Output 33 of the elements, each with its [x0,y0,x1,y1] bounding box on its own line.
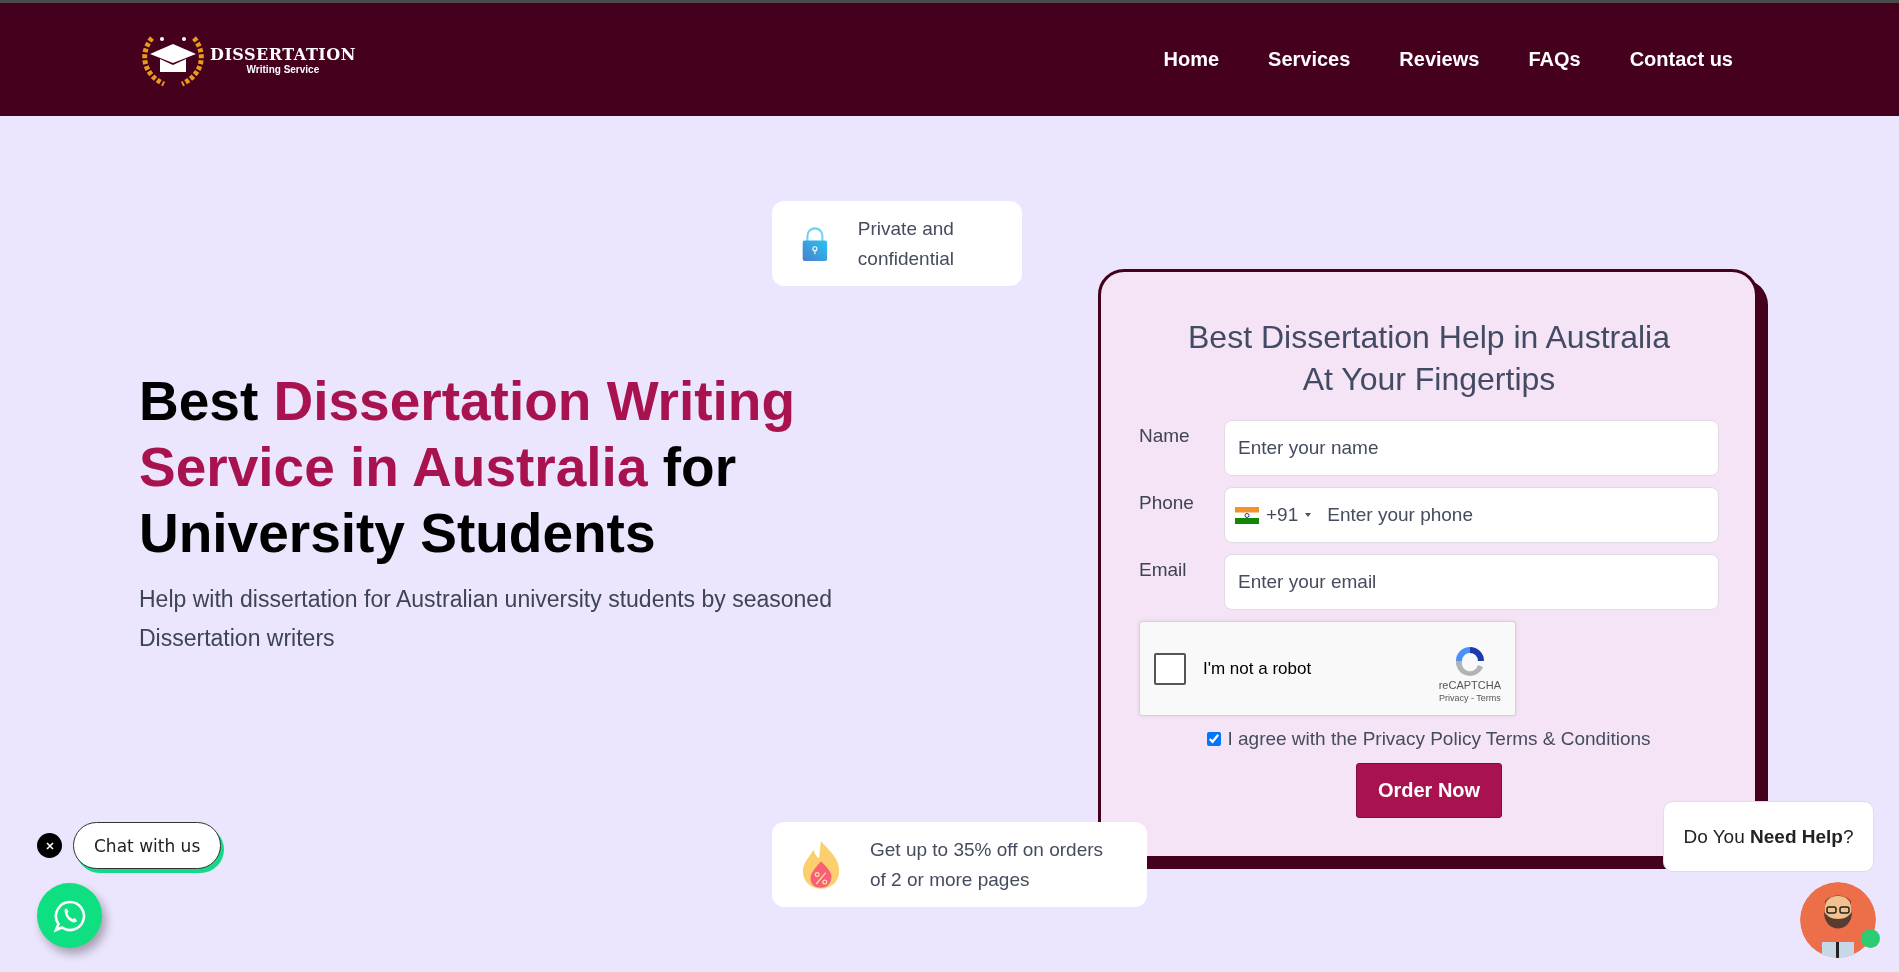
help-text: Do You Need Help? [1683,825,1854,848]
agreement-text: I agree with the Privacy Policy Terms & Conditions [1227,728,1651,750]
field-label: Email [1139,558,1188,582]
phone-field[interactable]: +91 Enter your phone [1224,487,1719,543]
nav-link[interactable]: FAQs [1528,48,1581,71]
recaptcha-links[interactable]: Privacy - Terms [1438,692,1501,703]
logo-subtitle: Writing Service [246,63,320,75]
country-code: +91 [1266,504,1299,526]
caret-icon [1305,513,1312,517]
badge-text: Private and confidential [857,216,955,271]
nav-link[interactable]: Reviews [1399,48,1480,71]
flag-icon [1235,506,1259,524]
order-now-button[interactable]: Order Now [1356,763,1502,818]
logo-title: DISSERTATION [210,44,356,64]
nav-link[interactable]: Services [1268,48,1351,71]
recaptcha-brand: reCAPTCHA [1438,678,1501,691]
agree-checkbox[interactable] [1207,732,1222,746]
badge-text: Get up to 35% off on orders of 2 or more pages [870,837,1105,892]
phone-input-field[interactable]: Enter your phone [1325,503,1705,527]
nav-link[interactable]: Home [1163,48,1220,71]
hero-subheading: Help with dissertation for Australian university students by seasoned Dissertation writers [139,585,833,653]
hero-heading: Best Dissertation Writing Service in Australia for University Students [139,369,797,566]
close-icon[interactable] [37,833,62,858]
field-label: Name [1139,424,1191,448]
bearded-man-cartoon-icon [1800,882,1876,958]
captcha-checkbox[interactable] [1154,652,1186,685]
chat-bubble-phone-icon [52,898,87,933]
nav-link[interactable]: Contact us [1629,48,1733,71]
text-input-field[interactable]: Enter your name [1224,420,1719,476]
form-title: Best Dissertation Help in Australia At Your Fingertips [1187,318,1671,399]
field-label: Phone [1139,491,1195,515]
text-input-field[interactable]: Enter your email [1224,554,1719,610]
captcha-label: I'm not a robot [1203,658,1313,679]
